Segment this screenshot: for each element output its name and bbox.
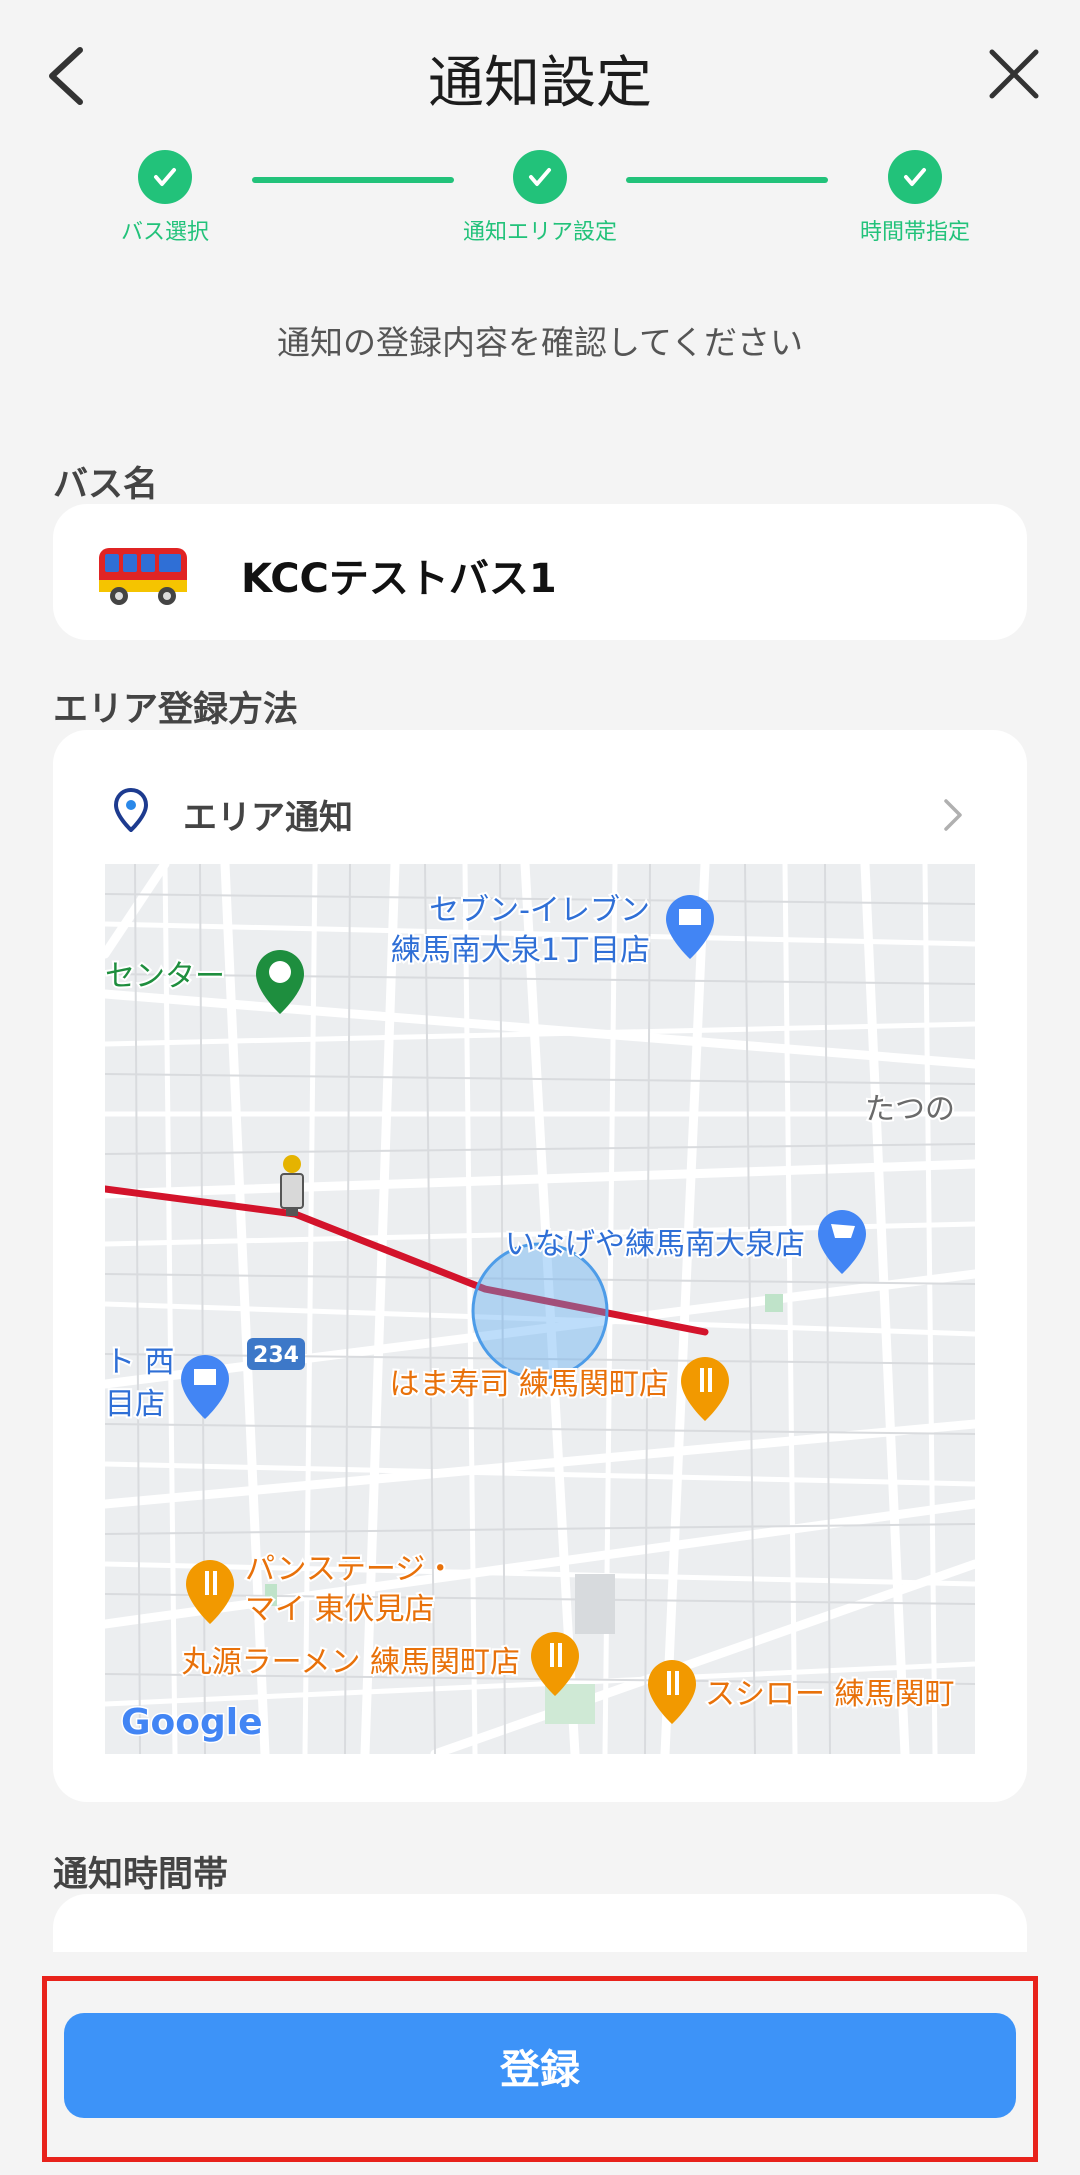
area-method-row[interactable]: エリア通知	[53, 730, 1027, 860]
map-label-marugen: 丸源ラーメン 練馬関町店	[182, 1645, 520, 1680]
map-label-nishi2: 目店	[105, 1387, 165, 1422]
check-icon	[513, 150, 567, 204]
step-time-setting: 時間帯指定	[795, 150, 1035, 246]
map-label-center: センター	[105, 959, 225, 994]
area-method-label: エリア通知	[183, 798, 353, 838]
chevron-right-icon	[944, 799, 962, 831]
instruction-text: 通知の登録内容を確認してください	[276, 323, 804, 362]
step-area-setting: 通知エリア設定	[420, 150, 660, 246]
step-label: 通知エリア設定	[462, 220, 617, 245]
check-icon	[888, 150, 942, 204]
area-map[interactable]: 234 セブン-イレブン 練馬南大泉1丁目店 センター たつの いなげや練馬南大…	[105, 864, 975, 1754]
bus-icon	[99, 548, 187, 605]
google-logo: Google	[121, 1702, 263, 1743]
bus-section-label: バス名	[53, 465, 159, 505]
map-label-seven: セブン-イレブン	[429, 893, 650, 928]
check-icon	[138, 150, 192, 204]
map-label-inageya: いなげや練馬南大泉店	[505, 1227, 805, 1262]
bus-stop-icon	[280, 1155, 304, 1216]
map-label-hama: はま寿司 練馬関町店	[389, 1367, 669, 1402]
map-canvas: 234 セブン-イレブン 練馬南大泉1丁目店 センター たつの いなげや練馬南大…	[105, 864, 975, 1754]
step-bus-select: バス選択	[45, 150, 285, 246]
step-label: バス選択	[120, 220, 209, 245]
map-label-sushiro: スシロー 練馬関町	[705, 1677, 955, 1712]
area-card: エリア通知 234 セブン-イレブン 練馬南大泉1丁目店 センター たつの いな…	[53, 730, 1027, 1802]
map-label-nishi1: ト 西	[105, 1345, 175, 1380]
step-label: 時間帯指定	[859, 220, 970, 245]
bus-card: KCCテストバス1	[53, 504, 1027, 640]
time-section-label: 通知時間帯	[53, 1855, 229, 1895]
map-label-tatsuno: たつの	[865, 1092, 955, 1127]
area-section-label: エリア登録方法	[53, 690, 299, 730]
route-number-label: 234	[253, 1343, 299, 1368]
register-button[interactable]: 登録	[64, 2013, 1016, 2118]
map-label-pan2: マイ 東伏見店	[245, 1592, 435, 1627]
close-icon[interactable]	[982, 42, 1046, 106]
map-label-pan1: パンステージ・	[245, 1552, 455, 1587]
stepper: バス選択 通知エリア設定 時間帯指定	[0, 150, 1080, 250]
page-title: 通知設定	[428, 51, 652, 116]
location-pin-icon	[113, 788, 149, 832]
header: 通知設定	[0, 0, 1080, 160]
map-label-seven2: 練馬南大泉1丁目店	[391, 933, 650, 968]
bus-name: KCCテストバス1	[241, 556, 557, 602]
